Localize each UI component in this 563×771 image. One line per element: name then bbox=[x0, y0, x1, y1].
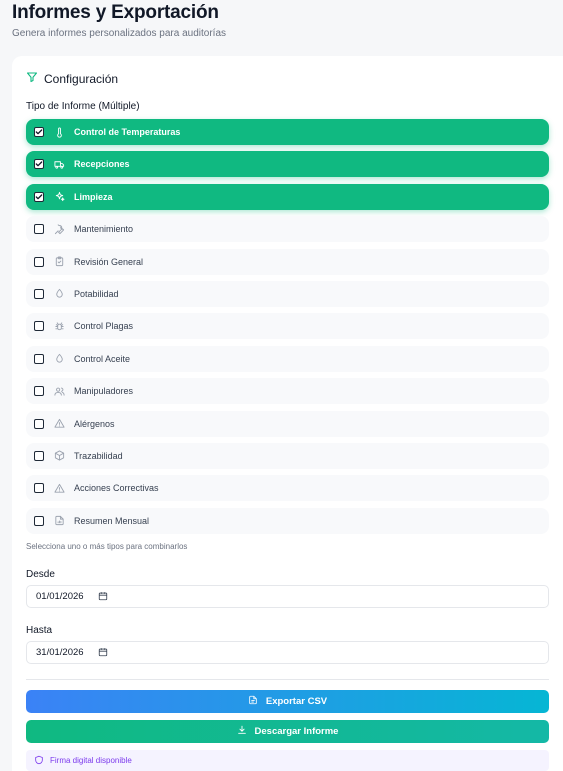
report-type-option[interactable]: Trazabilidad bbox=[26, 442, 549, 469]
checkbox[interactable] bbox=[34, 515, 44, 526]
report-type-label: Resumen Mensual bbox=[74, 515, 150, 526]
export-csv-label: Exportar CSV bbox=[265, 696, 328, 707]
checkbox[interactable] bbox=[34, 321, 44, 332]
checkbox-checked[interactable] bbox=[34, 127, 44, 137]
bug-icon bbox=[53, 320, 65, 332]
filter-icon bbox=[26, 70, 38, 88]
truck-icon bbox=[53, 158, 65, 170]
report-type-option[interactable]: Mantenimiento bbox=[26, 216, 549, 243]
report-type-hint: Selecciona uno o más tipos para combinar… bbox=[26, 542, 188, 551]
export-csv-button[interactable]: Exportar CSV bbox=[26, 690, 549, 713]
alert-triangle-icon bbox=[53, 482, 65, 494]
wrench-icon bbox=[53, 223, 65, 235]
from-date-input[interactable]: 01/01/2026 bbox=[26, 585, 549, 608]
report-type-option[interactable]: Recepciones bbox=[26, 151, 549, 178]
config-title: Configuración bbox=[44, 72, 119, 86]
file-chart-icon bbox=[53, 515, 65, 527]
to-label: Hasta bbox=[26, 625, 53, 636]
report-type-option[interactable]: Control Plagas bbox=[26, 313, 549, 340]
report-type-option[interactable]: Manipuladores bbox=[26, 378, 549, 405]
calendar-icon[interactable] bbox=[98, 644, 108, 662]
download-icon bbox=[237, 725, 247, 738]
thermometer-icon bbox=[53, 126, 65, 138]
sparkles-icon bbox=[53, 191, 65, 203]
report-type-label: Alérgenos bbox=[74, 418, 115, 429]
signature-text: Firma digital disponible bbox=[50, 756, 132, 765]
checkbox[interactable] bbox=[34, 288, 44, 299]
divider bbox=[26, 679, 549, 680]
checkbox[interactable] bbox=[34, 483, 44, 494]
checkbox[interactable] bbox=[34, 386, 44, 397]
page-header: Informes y Exportación Genera informes p… bbox=[12, 2, 226, 39]
checkbox[interactable] bbox=[34, 418, 44, 429]
report-type-label: Tipo de Informe (Múltiple) bbox=[26, 101, 140, 112]
checkbox-checked[interactable] bbox=[34, 191, 44, 202]
report-type-label: Manipuladores bbox=[74, 386, 134, 397]
report-type-label: Control Aceite bbox=[74, 353, 131, 364]
checkbox[interactable] bbox=[34, 224, 44, 235]
from-date-value: 01/01/2026 bbox=[36, 591, 84, 602]
report-type-label: Trazabilidad bbox=[74, 450, 123, 461]
report-type-option[interactable]: Acciones Correctivas bbox=[26, 475, 549, 502]
report-type-label: Acciones Correctivas bbox=[74, 483, 159, 494]
page-subtitle: Genera informes personalizados para audi… bbox=[12, 28, 227, 39]
report-type-label: Revisión General bbox=[74, 256, 144, 267]
report-type-label: Potabilidad bbox=[74, 288, 119, 299]
report-type-option[interactable]: Potabilidad bbox=[26, 280, 549, 307]
report-type-label: Control Plagas bbox=[74, 321, 134, 332]
checkbox-checked[interactable] bbox=[34, 159, 44, 170]
checkbox[interactable] bbox=[34, 450, 44, 461]
file-icon bbox=[248, 695, 258, 708]
report-type-option[interactable]: Resumen Mensual bbox=[26, 507, 549, 534]
download-report-button[interactable]: Descargar Informe bbox=[26, 720, 549, 743]
report-type-label: Recepciones bbox=[74, 159, 130, 170]
shield-icon bbox=[34, 752, 44, 770]
checkbox[interactable] bbox=[34, 256, 44, 267]
to-date-value: 31/01/2026 bbox=[36, 647, 84, 658]
calendar-icon[interactable] bbox=[98, 588, 108, 606]
to-date-input[interactable]: 31/01/2026 bbox=[26, 641, 549, 664]
report-type-option[interactable]: Limpieza bbox=[26, 183, 549, 210]
from-label: Desde bbox=[26, 569, 55, 580]
alert-triangle-icon bbox=[53, 418, 65, 430]
checkbox[interactable] bbox=[34, 353, 44, 364]
page-title: Informes y Exportación bbox=[12, 2, 219, 23]
config-header: Configuración bbox=[26, 70, 118, 88]
report-type-option[interactable]: Revisión General bbox=[26, 248, 549, 275]
report-type-label: Mantenimiento bbox=[74, 224, 134, 235]
package-icon bbox=[53, 450, 65, 462]
clipboard-check-icon bbox=[53, 256, 65, 268]
report-type-label: Control de Temperaturas bbox=[74, 127, 181, 137]
download-report-label: Descargar Informe bbox=[254, 726, 339, 737]
signature-note: Firma digital disponible bbox=[26, 750, 549, 771]
report-type-label: Limpieza bbox=[74, 191, 113, 202]
report-type-option[interactable]: Control de Temperaturas bbox=[26, 119, 549, 145]
users-icon bbox=[53, 385, 65, 397]
droplet-icon bbox=[53, 288, 65, 300]
report-type-list: Control de Temperaturas Recepciones Limpie… bbox=[26, 119, 549, 540]
report-type-option[interactable]: Alérgenos bbox=[26, 410, 549, 437]
report-type-option[interactable]: Control Aceite bbox=[26, 345, 549, 372]
droplet-icon bbox=[53, 353, 65, 365]
config-card: Configuración Tipo de Informe (Múltiple)… bbox=[12, 56, 563, 771]
